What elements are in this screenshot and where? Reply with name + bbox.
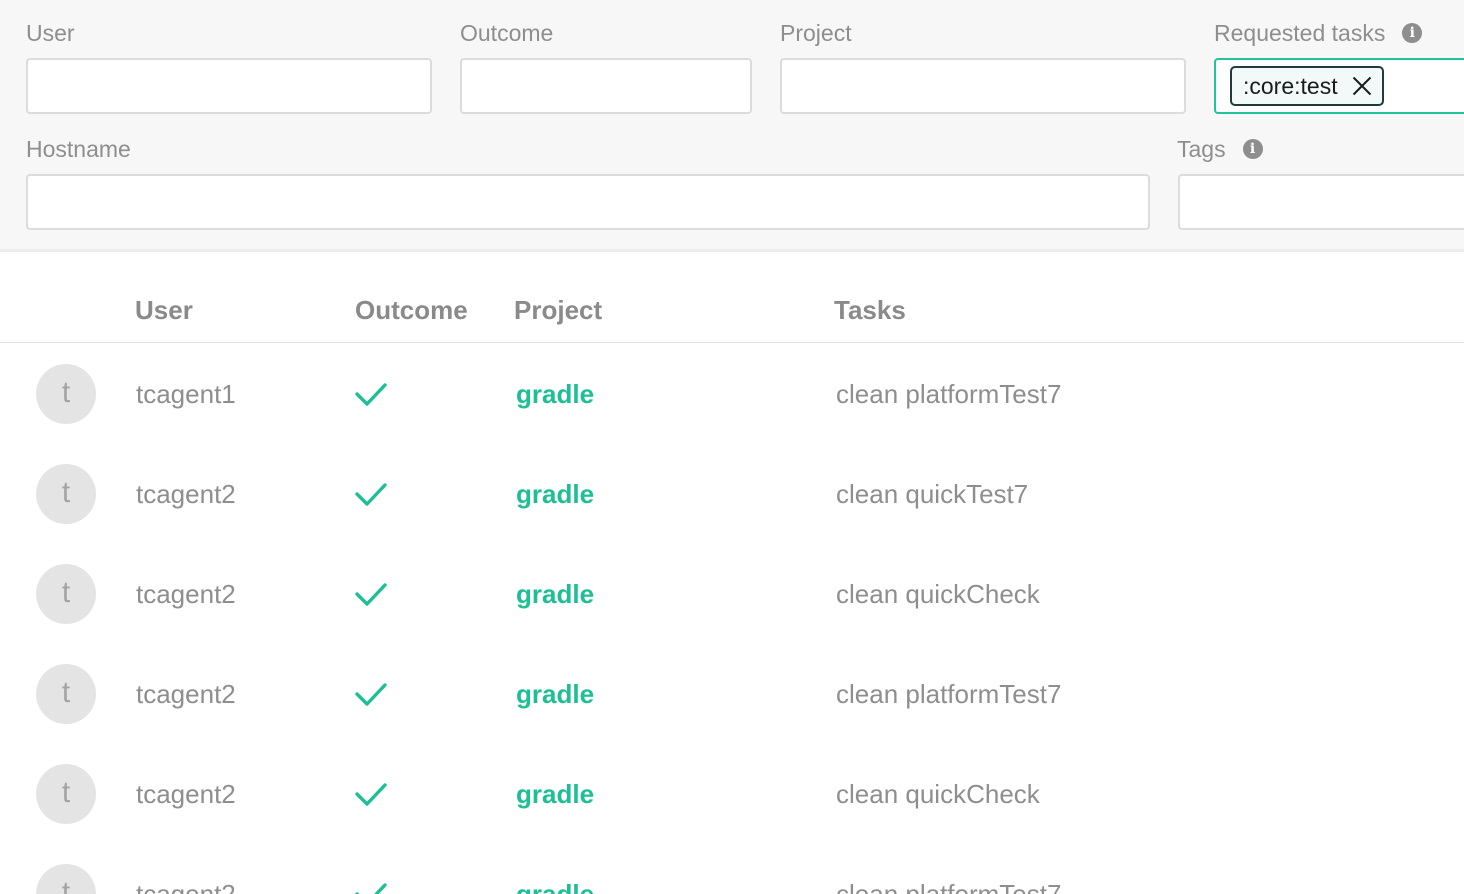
hostname-filter-input[interactable] — [26, 174, 1150, 230]
avatar: t — [36, 564, 96, 624]
project-link[interactable]: gradle — [516, 678, 594, 710]
tasks-cell: clean platformTest7 — [836, 379, 1062, 409]
user-cell: tcagent1 — [136, 379, 236, 409]
user-cell: tcagent2 — [136, 579, 236, 609]
checkmark-icon — [355, 883, 387, 894]
table-row[interactable]: t tcagent2 gradle clean platformTest7 — [0, 643, 1464, 743]
avatar: t — [36, 364, 96, 424]
user-cell: tcagent2 — [136, 879, 236, 894]
user-filter-input[interactable] — [26, 58, 432, 114]
chip-label: :core:test — [1243, 72, 1338, 99]
project-link[interactable]: gradle — [516, 878, 594, 894]
requested-task-chip: :core:test — [1230, 66, 1384, 106]
info-icon[interactable]: i — [1242, 139, 1263, 159]
table-row[interactable]: t tcagent2 gradle clean quickTest7 — [0, 443, 1464, 543]
outcome-filter-input[interactable] — [460, 58, 752, 114]
project-link[interactable]: gradle — [516, 578, 594, 610]
checkmark-icon — [355, 583, 387, 606]
avatar: t — [36, 664, 96, 724]
project-filter-input[interactable] — [780, 58, 1186, 114]
builds-page: User Outcome Project Requested tasks i :… — [0, 0, 1464, 894]
tags-filter-label: Tags i — [1177, 135, 1263, 163]
column-header-tasks[interactable]: Tasks — [834, 295, 906, 325]
project-link[interactable]: gradle — [516, 478, 594, 510]
project-link[interactable]: gradle — [516, 778, 594, 810]
avatar: t — [36, 464, 96, 524]
user-cell: tcagent2 — [136, 679, 236, 709]
table-row[interactable]: t tcagent2 gradle clean platformTest7 — [0, 843, 1464, 894]
hostname-filter-label: Hostname — [26, 136, 131, 162]
outcome-filter-label: Outcome — [460, 20, 554, 46]
close-icon[interactable] — [1352, 76, 1372, 96]
tasks-cell: clean quickTest7 — [836, 479, 1029, 509]
project-filter-label: Project — [780, 20, 852, 46]
table-row[interactable]: t tcagent2 gradle clean quickCheck — [0, 543, 1464, 643]
checkmark-icon — [355, 783, 387, 806]
table-row[interactable]: t tcagent2 gradle clean quickCheck — [0, 743, 1464, 843]
filter-panel: User Outcome Project Requested tasks i :… — [0, 0, 1464, 252]
tags-filter-input[interactable] — [1178, 174, 1464, 230]
tasks-cell: clean quickCheck — [836, 779, 1040, 809]
avatar: t — [36, 864, 96, 894]
checkmark-icon — [355, 483, 387, 506]
table-row[interactable]: t tcagent1 gradle clean platformTest7 — [0, 343, 1464, 443]
user-filter-label: User — [26, 20, 75, 46]
column-header-outcome[interactable]: Outcome — [355, 295, 468, 325]
avatar: t — [36, 764, 96, 824]
tasks-cell: clean platformTest7 — [836, 879, 1062, 894]
tasks-cell: clean platformTest7 — [836, 679, 1062, 709]
checkmark-icon — [355, 383, 387, 406]
user-cell: tcagent2 — [136, 479, 236, 509]
checkmark-icon — [355, 683, 387, 706]
tasks-cell: clean quickCheck — [836, 579, 1040, 609]
column-header-project[interactable]: Project — [514, 295, 602, 325]
info-icon[interactable]: i — [1402, 23, 1423, 43]
user-cell: tcagent2 — [136, 779, 236, 809]
table-header: User Outcome Project Tasks — [0, 255, 1464, 343]
column-header-user[interactable]: User — [135, 295, 193, 325]
requested-tasks-filter-label: Requested tasks i — [1214, 19, 1423, 47]
project-link[interactable]: gradle — [516, 378, 594, 410]
